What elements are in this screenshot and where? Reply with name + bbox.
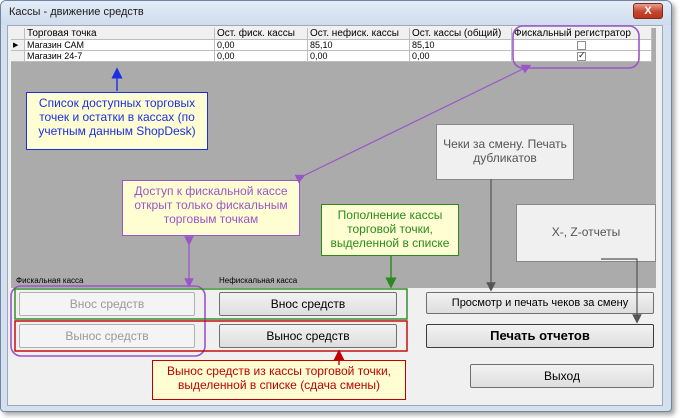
- arrow-to-print-reports: [601, 258, 642, 324]
- deposit-row-highlight: [14, 288, 408, 320]
- annotation-overlay: [10, 25, 642, 365]
- withdraw-row-highlight: [14, 320, 408, 352]
- arrow-to-registrar: [294, 64, 532, 184]
- cash-window: Кассы - движение средств X Торговая точк…: [0, 0, 672, 412]
- registrar-highlight: [512, 25, 640, 69]
